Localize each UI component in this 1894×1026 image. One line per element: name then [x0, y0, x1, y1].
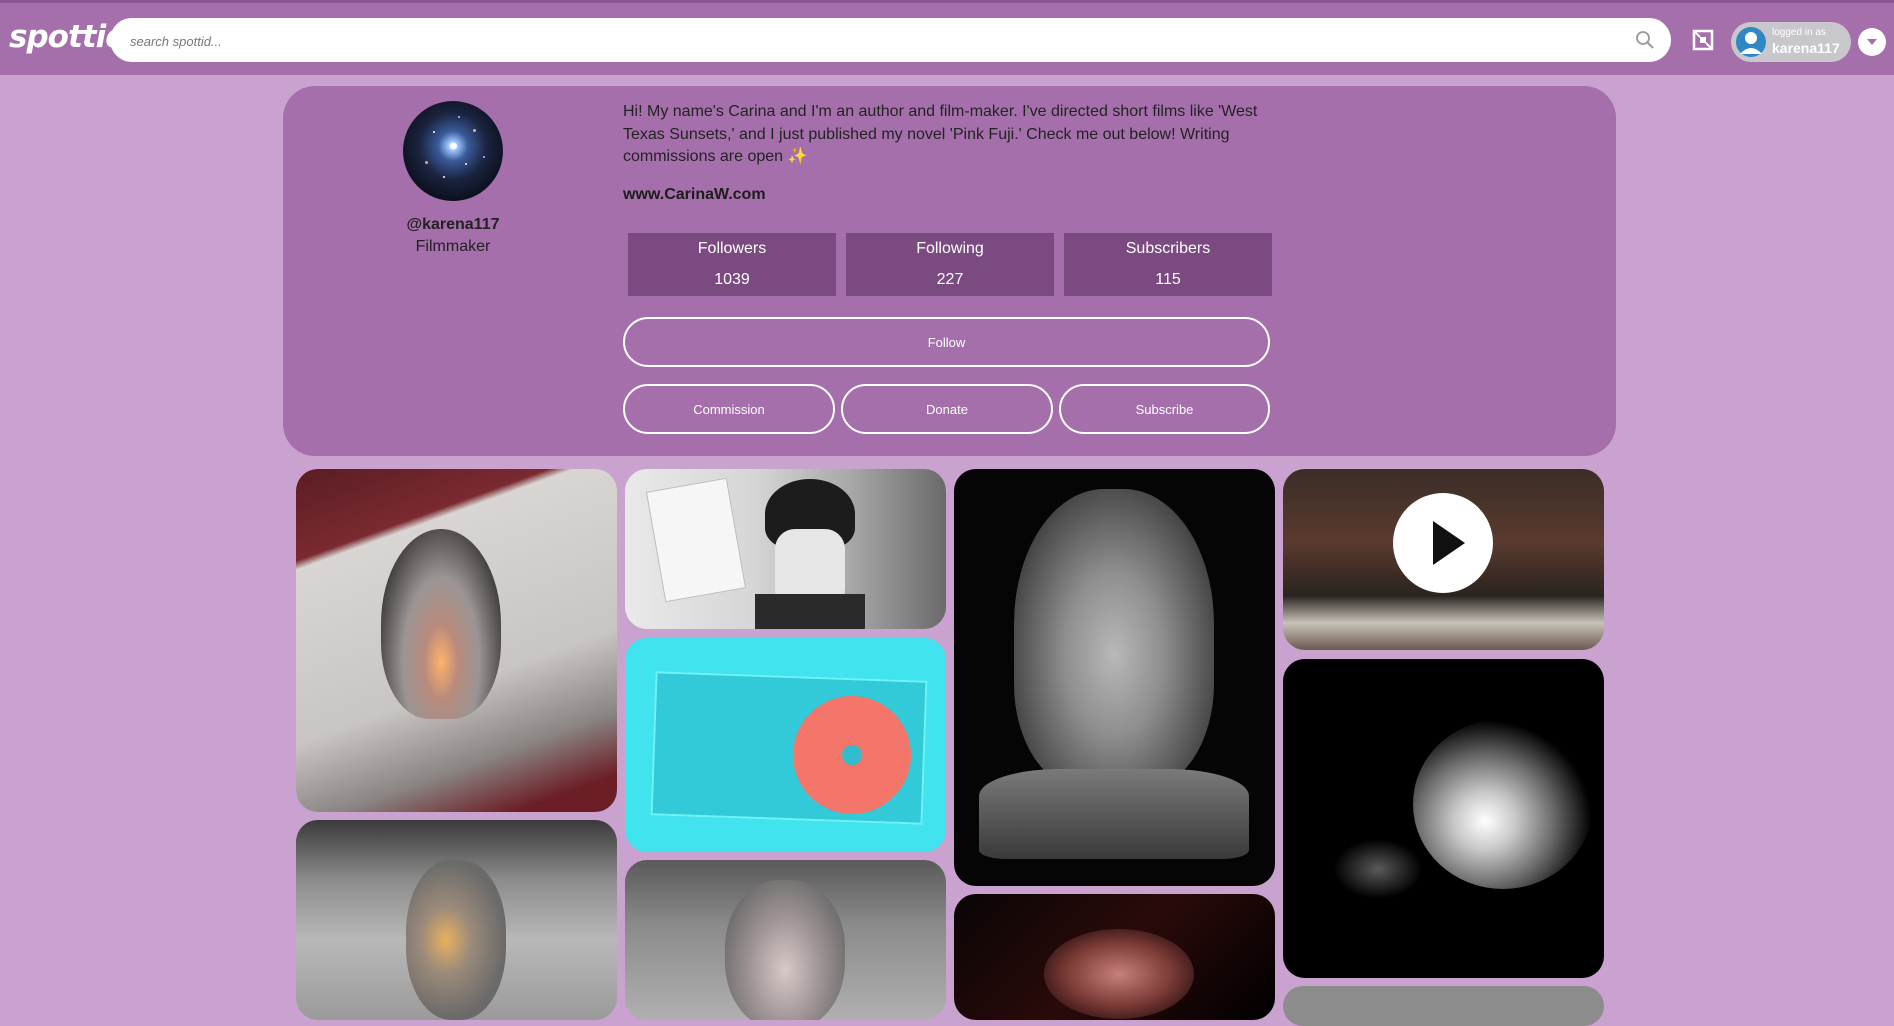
gallery-item-dark-portrait-photo[interactable] — [954, 894, 1275, 1020]
subscribe-button[interactable]: Subscribe — [1059, 384, 1270, 434]
profile-website-link[interactable]: www.CarinaW.com — [623, 186, 766, 204]
profile-role: Filmmaker — [415, 238, 491, 255]
gallery-item-sculpture-child-bust[interactable] — [954, 469, 1275, 886]
expand-icon[interactable] — [1692, 29, 1714, 51]
following-stat[interactable]: Following 227 — [846, 233, 1054, 296]
profile-bio: Hi! My name's Carina and I'm an author a… — [623, 103, 1258, 165]
follow-button[interactable]: Follow — [623, 317, 1270, 367]
donate-button[interactable]: Donate — [841, 384, 1053, 434]
stat-value: 115 — [1155, 271, 1181, 288]
commission-button[interactable]: Commission — [623, 384, 835, 434]
user-menu[interactable]: logged in as karena117 — [1731, 22, 1851, 62]
top-bar: spottid logged in as karena117 — [0, 0, 1894, 75]
stat-label: Followers — [697, 240, 767, 257]
gallery-item-drawing-girl-horns[interactable] — [625, 860, 946, 1020]
search-input[interactable] — [128, 18, 1612, 64]
followers-stat[interactable]: Followers 1039 — [628, 233, 836, 296]
subscribers-stat[interactable]: Subscribers 115 — [1064, 233, 1272, 296]
gallery-item-drawing-portrait-hood[interactable] — [296, 469, 617, 812]
search-bar[interactable] — [110, 18, 1671, 64]
profile-handle: @karena117 — [406, 216, 500, 233]
stat-value: 1039 — [714, 271, 750, 288]
logged-in-label: logged in as — [1772, 27, 1826, 38]
stat-label: Following — [916, 240, 984, 257]
gallery-item-next[interactable] — [1283, 986, 1604, 1026]
logged-in-username: karena117 — [1772, 40, 1840, 56]
gallery-item-drawing-portrait-glow[interactable] — [296, 820, 617, 1020]
gallery-item-cd-case-photo[interactable] — [625, 638, 946, 852]
stat-label: Subscribers — [1125, 240, 1211, 257]
chevron-down-icon[interactable] — [1858, 28, 1886, 56]
gallery-item-animation-clip[interactable] — [1283, 469, 1604, 650]
user-avatar-icon — [1736, 27, 1766, 57]
stat-value: 227 — [936, 271, 964, 288]
search-icon[interactable] — [1635, 30, 1655, 50]
gallery-item-illustration-boy-paper[interactable] — [625, 469, 946, 629]
profile-avatar — [403, 101, 503, 201]
spottid-logo[interactable]: spottid — [9, 19, 127, 55]
play-icon[interactable] — [1393, 493, 1493, 593]
gallery-item-fireworks-bw-photo[interactable] — [1283, 659, 1604, 978]
profile-card: @karena117 Filmmaker Hi! My name's Carin… — [283, 86, 1616, 456]
